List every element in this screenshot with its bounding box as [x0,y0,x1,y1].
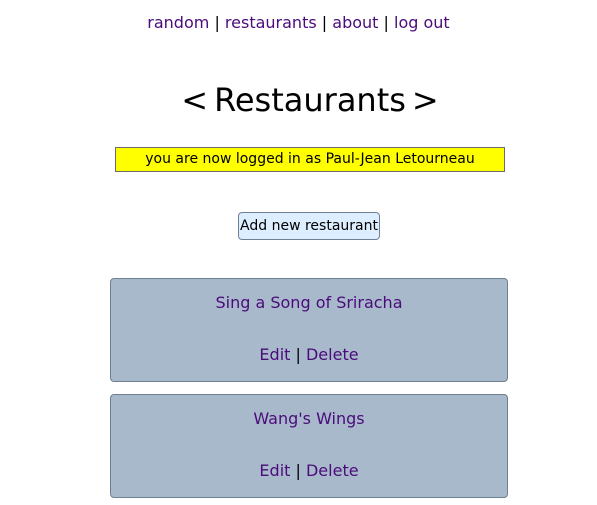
restaurant-name-link[interactable]: Wang's Wings [253,409,364,428]
nav-link-restaurants[interactable]: restaurants [225,13,317,32]
add-restaurant-button[interactable]: Add new restaurant [238,212,380,240]
delete-link[interactable]: Delete [306,345,359,364]
edit-link[interactable]: Edit [259,345,290,364]
restaurant-card: Wang's Wings Edit | Delete [110,394,508,498]
flash-message: you are now logged in as Paul-Jean Letou… [115,147,505,172]
nav-link-log-out[interactable]: log out [394,13,450,32]
nav-separator: | [383,13,389,32]
delete-link[interactable]: Delete [306,461,359,480]
title-right-bracket: > [411,81,439,119]
title-left-bracket: < [181,81,209,119]
nav-separator: | [214,13,220,32]
restaurant-actions: Edit | Delete [111,461,507,481]
nav-separator: | [321,13,328,32]
restaurant-name-link[interactable]: Sing a Song of Sriracha [215,293,402,312]
nav-link-random[interactable]: random [147,13,209,32]
nav-link-about[interactable]: about [332,13,378,32]
top-nav: random | restaurants | about | log out [0,13,597,33]
edit-link[interactable]: Edit [259,461,290,480]
action-separator: | [295,461,301,480]
restaurant-actions: Edit | Delete [111,345,507,365]
restaurant-card: Sing a Song of Sriracha Edit | Delete [110,278,508,382]
page-title-text: Restaurants [214,81,406,119]
action-separator: | [295,345,301,364]
page-title: < Restaurants > [0,80,597,120]
